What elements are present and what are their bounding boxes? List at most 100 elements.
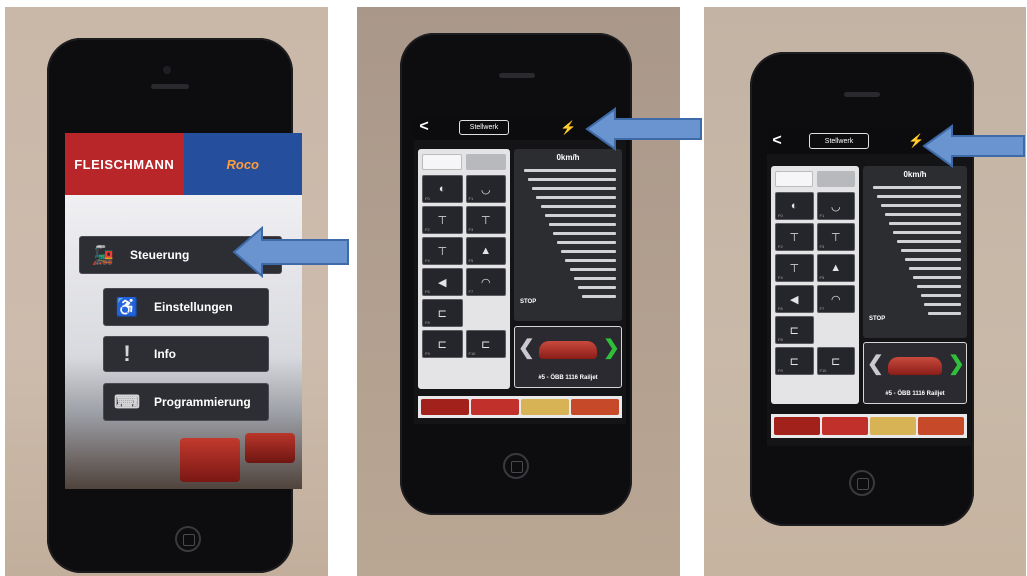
speed-step[interactable] xyxy=(881,204,961,207)
speaker-icon[interactable]: ◀ F6 xyxy=(422,268,463,296)
loco-strip[interactable] xyxy=(418,396,622,418)
tab-functions-2[interactable] xyxy=(466,154,506,170)
menu-item-info[interactable]: ! Info xyxy=(103,336,269,372)
speed-step[interactable] xyxy=(565,259,616,262)
bell-icon[interactable]: ◡ F1 xyxy=(465,175,506,203)
pantograph-icon[interactable]: ⊤ F2 xyxy=(422,206,463,234)
loco-thumbnail[interactable] xyxy=(521,399,569,415)
info-icon: ! xyxy=(123,341,131,366)
speed-step[interactable] xyxy=(909,267,961,270)
stop-label[interactable]: STOP xyxy=(869,316,885,322)
menu-item-label: Programmierung xyxy=(154,395,251,409)
menu-item-programmierung[interactable]: ⌨ Programmierung xyxy=(103,383,269,421)
function-panel: ◐ F0 ◡ F1 ⊤ F2 ⊤ F3 ⊤ F4 ▲ F5 ◀ F6 ◠ F7 ⊏ F8 ⊏ F9 … xyxy=(771,166,859,404)
menu-item-label: Steuerung xyxy=(130,248,190,262)
speed-step[interactable] xyxy=(901,249,961,252)
horn-icon[interactable]: ⊏ F10 xyxy=(816,347,855,375)
speed-step[interactable] xyxy=(578,286,616,289)
speed-step[interactable] xyxy=(582,295,616,298)
speaker-grille xyxy=(151,84,189,89)
bell-icon[interactable]: ◠ F7 xyxy=(465,268,506,296)
speed-step[interactable] xyxy=(877,195,961,198)
bell-icon[interactable]: ◠ F7 xyxy=(816,285,855,313)
speed-step[interactable] xyxy=(524,169,616,172)
chevron-right-icon[interactable]: ❯ xyxy=(948,351,965,376)
speed-step[interactable] xyxy=(913,276,961,279)
empty-slot xyxy=(466,299,507,327)
chevron-left-icon[interactable]: ❮ xyxy=(518,335,535,360)
speed-step[interactable] xyxy=(541,205,616,208)
plug-icon[interactable]: ⚡ xyxy=(560,120,576,136)
back-button[interactable]: < xyxy=(414,118,434,136)
speed-step[interactable] xyxy=(893,231,961,234)
pantograph-icon[interactable]: ⊤ F4 xyxy=(775,254,814,282)
loco-thumbnail[interactable] xyxy=(421,399,469,415)
light-icon[interactable]: ◐ F0 xyxy=(775,192,814,220)
stop-label[interactable]: STOP xyxy=(520,299,536,305)
pantograph-icon[interactable]: ⊤ F3 xyxy=(465,206,506,234)
speed-step[interactable] xyxy=(917,285,961,288)
phone-body: FLEISCHMANN Roco 🚂 Steuerung ♿ Einstellu… xyxy=(47,38,302,573)
home-button[interactable] xyxy=(849,470,875,496)
horn-icon[interactable]: ⊏ F9 xyxy=(775,347,814,375)
photo-menu-screen: FLEISCHMANN Roco 🚂 Steuerung ♿ Einstellu… xyxy=(5,7,328,576)
speed-panel[interactable]: 0km/h STOP xyxy=(514,149,622,321)
photo-control-screen-disconnected: < Stellwerk ⚡ ◐ F0 ◡ F1 ⊤ F2 ⊤ F3 ⊤ F4 ▲ F5 ◀ F… xyxy=(357,7,680,576)
speed-step[interactable] xyxy=(528,178,616,181)
speed-step[interactable] xyxy=(897,240,961,243)
speaker-icon[interactable]: ◀ F6 xyxy=(775,285,814,313)
back-button[interactable]: < xyxy=(767,132,787,150)
loco-thumbnail[interactable] xyxy=(822,417,868,435)
loco-selector: ❮ ❯ #5 - ÖBB 1116 Railjet xyxy=(863,342,967,404)
loco-thumbnail[interactable] xyxy=(471,399,519,415)
speed-step[interactable] xyxy=(889,222,961,225)
tab-functions-1[interactable] xyxy=(422,154,462,170)
speed-step[interactable] xyxy=(570,268,616,271)
speed-panel[interactable]: 0km/h STOP xyxy=(863,166,967,338)
front-camera xyxy=(163,66,171,74)
speed-step[interactable] xyxy=(545,214,616,217)
home-button[interactable] xyxy=(175,526,201,552)
loco-thumbnail[interactable] xyxy=(918,417,964,435)
speed-readout: 0km/h xyxy=(903,170,927,179)
speed-step[interactable] xyxy=(924,303,961,306)
speed-step[interactable] xyxy=(928,312,961,315)
tab-functions-1[interactable] xyxy=(775,171,813,187)
chevron-right-icon[interactable]: ❯ xyxy=(603,335,620,360)
chevron-left-icon[interactable]: ❮ xyxy=(867,351,884,376)
speed-step[interactable] xyxy=(532,187,616,190)
speed-step[interactable] xyxy=(873,186,961,189)
loco-thumbnail[interactable] xyxy=(774,417,820,435)
menu-item-einstellungen[interactable]: ♿ Einstellungen xyxy=(103,288,269,326)
speed-step[interactable] xyxy=(921,294,961,297)
bell-icon[interactable]: ◡ F1 xyxy=(816,192,855,220)
speaker-grille xyxy=(499,73,535,78)
home-button[interactable] xyxy=(503,453,529,479)
tab-functions-2[interactable] xyxy=(817,171,855,187)
stellwerk-button[interactable]: Stellwerk xyxy=(809,133,869,149)
light-icon[interactable]: ◐ F0 xyxy=(422,175,463,203)
speed-step[interactable] xyxy=(536,196,616,199)
pantograph-icon[interactable]: ⊤ F2 xyxy=(775,223,814,251)
speed-step[interactable] xyxy=(549,223,616,226)
speed-step[interactable] xyxy=(553,232,616,235)
loco-thumbnail[interactable] xyxy=(870,417,916,435)
loco-thumbnail[interactable] xyxy=(571,399,619,415)
speed-step[interactable] xyxy=(885,213,961,216)
callout-arrow xyxy=(585,107,702,151)
bell-icon[interactable]: ▲ F5 xyxy=(465,237,506,265)
speed-step[interactable] xyxy=(557,241,616,244)
horn-icon[interactable]: ⊏ F9 xyxy=(422,330,463,358)
pantograph-icon[interactable]: ⊤ F4 xyxy=(422,237,463,265)
speed-step[interactable] xyxy=(905,258,961,261)
horn-icon[interactable]: ⊏ F8 xyxy=(422,299,463,327)
pantograph-icon[interactable]: ⊤ F3 xyxy=(816,223,855,251)
stellwerk-button[interactable]: Stellwerk xyxy=(459,120,509,135)
loco-strip[interactable] xyxy=(771,414,967,438)
bell-icon[interactable]: ▲ F5 xyxy=(816,254,855,282)
horn-icon[interactable]: ⊏ F8 xyxy=(775,316,814,344)
brand-header: FLEISCHMANN Roco xyxy=(65,133,302,195)
horn-icon[interactable]: ⊏ F10 xyxy=(465,330,506,358)
speed-step[interactable] xyxy=(561,250,616,253)
speed-step[interactable] xyxy=(574,277,616,280)
